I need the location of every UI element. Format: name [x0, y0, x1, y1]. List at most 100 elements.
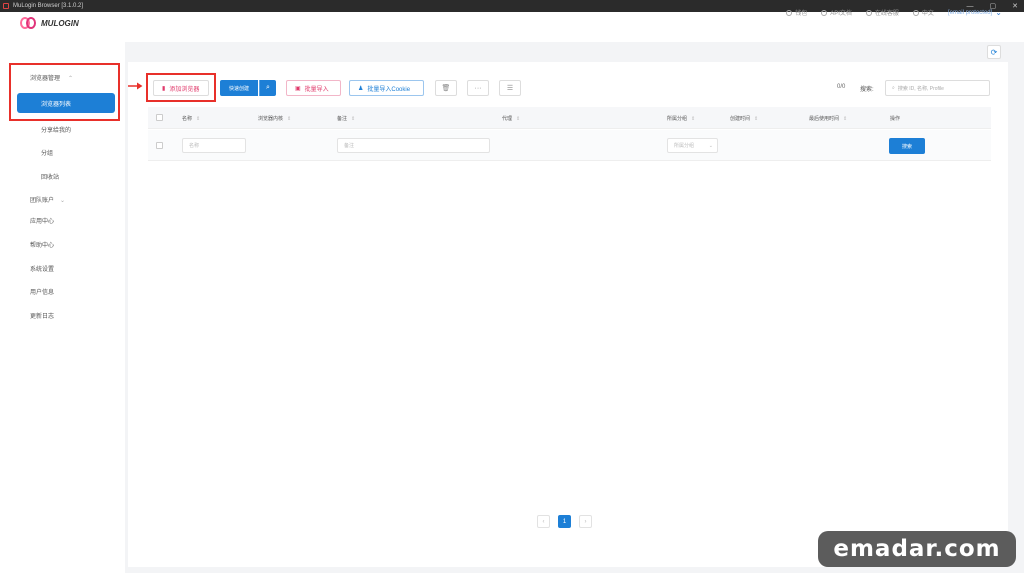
batch-import-button[interactable]: ▣ 批量导入: [286, 80, 341, 96]
api-doc-icon: [821, 9, 828, 16]
column-header-created[interactable]: 创建时间 ⇕: [730, 115, 758, 122]
more-icon: ···: [474, 84, 482, 92]
sidebar-item-shared[interactable]: 分享给我的: [41, 125, 71, 134]
sidebar-item-changelog[interactable]: 更新日志: [30, 311, 54, 320]
search-placeholder: 搜索 ID, 名称, Profile: [897, 85, 944, 92]
app-icon: [3, 3, 9, 9]
sidebar-item-groups[interactable]: 分组: [41, 148, 53, 157]
browser-icon: ▮: [162, 85, 166, 92]
group-filter-placeholder: 所属分组: [674, 143, 695, 149]
wallet-icon: [786, 9, 793, 16]
topnav-language[interactable]: 中文: [912, 8, 934, 17]
sort-icon: ⇕: [287, 116, 292, 122]
top-nav: 钱包 API文档 在线客服 中文 [email protected] ⌄: [786, 8, 1002, 17]
selection-count: 0/0: [837, 84, 846, 90]
name-filter-input[interactable]: 名称: [182, 138, 246, 153]
select-all-checkbox[interactable]: [156, 114, 163, 121]
column-header-group-label: 所属分组: [667, 116, 688, 122]
filter-search-button[interactable]: 搜索: [889, 138, 925, 154]
sidebar-item-team[interactable]: 团队账户 ⌄: [30, 195, 65, 204]
sidebar-item-help[interactable]: 帮助中心: [30, 240, 54, 249]
quick-create-button[interactable]: 快速创建: [220, 80, 258, 96]
quick-create-options-button[interactable]: ⌕: [259, 80, 276, 96]
sidebar-item-settings[interactable]: 系统设置: [30, 264, 54, 273]
sidebar-item-team-label: 团队账户: [30, 198, 55, 204]
refresh-button[interactable]: ⟳: [987, 45, 1001, 59]
column-header-last-used[interactable]: 最后使用时间 ⇕: [809, 115, 847, 122]
sort-icon: ⇕: [691, 116, 696, 122]
sidebar-item-user-info[interactable]: 用户信息: [30, 287, 54, 296]
arrow-icon: [128, 82, 143, 90]
topnav-language-label: 中文: [921, 11, 934, 17]
list-icon: ☰: [506, 85, 514, 92]
watermark: emadar.com: [818, 531, 1016, 567]
column-header-remark-label: 备注: [337, 116, 348, 122]
brand-name: MULOGIN: [41, 18, 79, 28]
column-header-name[interactable]: 名称 ⇕: [182, 115, 200, 122]
chevron-down-icon: ⌄: [995, 8, 1002, 17]
topnav-wallet[interactable]: 钱包: [786, 8, 807, 17]
remark-filter-input[interactable]: 备注: [337, 138, 490, 153]
account-email: [email protected]: [947, 9, 993, 16]
support-icon: [865, 9, 872, 16]
search-label: 搜索:: [860, 87, 874, 93]
logo[interactable]: MULOGIN: [20, 15, 79, 31]
page-number-current[interactable]: 1: [558, 515, 571, 528]
column-header-kernel-label: 浏览器内核: [258, 116, 284, 122]
column-header-last-used-label: 最后使用时间: [809, 116, 840, 122]
add-browser-button[interactable]: ▮ 添加浏览器: [153, 80, 209, 96]
chevron-up-icon: ⌃: [68, 76, 74, 82]
sidebar-group-label: 浏览器管理: [30, 76, 61, 82]
user-icon: ♟: [358, 85, 364, 92]
list-settings-button[interactable]: ☰: [499, 80, 521, 96]
topnav-wallet-label: 钱包: [795, 11, 808, 17]
search-icon: ⌕: [266, 84, 270, 91]
topnav-api-doc-label: API文档: [830, 11, 852, 17]
refresh-icon: ⟳: [990, 47, 998, 57]
column-header-kernel[interactable]: 浏览器内核 ⇕: [258, 115, 291, 122]
group-filter-select[interactable]: 所属分组 ⌄: [667, 138, 718, 153]
more-button[interactable]: ···: [467, 80, 489, 96]
sidebar-item-apps[interactable]: 应用中心: [30, 216, 54, 225]
row-checkbox[interactable]: [156, 142, 163, 149]
logo-icon: [20, 15, 38, 31]
sidebar: [0, 42, 125, 573]
column-header-group[interactable]: 所属分组 ⇕: [667, 115, 695, 122]
chevron-down-icon: ⌄: [60, 198, 66, 204]
sort-icon: ⇕: [754, 116, 759, 122]
window-title: MuLogin Browser [3.1.0.2]: [13, 3, 84, 9]
column-header-proxy[interactable]: 代理 ⇕: [502, 115, 520, 122]
prev-page-button[interactable]: ‹: [537, 515, 550, 528]
column-header-remark[interactable]: 备注 ⇕: [337, 115, 355, 122]
column-header-name-label: 名称: [182, 116, 193, 122]
import-icon: ▣: [295, 85, 301, 92]
sidebar-item-browser-list[interactable]: 浏览器列表: [17, 93, 115, 113]
sort-icon: ⇕: [196, 116, 201, 122]
column-header-actions: 操作: [890, 116, 901, 122]
table-filter-row: 名称 备注 所属分组 ⌄: [148, 130, 991, 161]
column-header-proxy-label: 代理: [502, 116, 513, 122]
search-icon: ⌕: [892, 85, 895, 91]
batch-import-cookie-button[interactable]: ♟ 批量导入Cookie: [349, 80, 424, 96]
topnav-support[interactable]: 在线客服: [865, 8, 899, 17]
topnav-support-label: 在线客服: [874, 11, 899, 17]
sort-icon: ⇕: [516, 116, 521, 122]
search-input[interactable]: ⌕ 搜索 ID, 名称, Profile: [885, 80, 990, 96]
sidebar-item-recycle-bin[interactable]: 回收站: [41, 172, 59, 181]
account-menu[interactable]: [email protected] ⌄: [948, 8, 1002, 17]
language-icon: [912, 9, 919, 16]
pagination: ‹ 1 ›: [537, 515, 592, 528]
add-browser-label: 添加浏览器: [169, 86, 200, 93]
chevron-down-icon: ⌄: [708, 142, 713, 149]
close-button[interactable]: ✕: [1012, 2, 1018, 10]
topnav-api-doc[interactable]: API文档: [821, 8, 852, 17]
table-header: 名称 ⇕ 浏览器内核 ⇕ 备注 ⇕ 代理 ⇕ 所属分组 ⇕ 创建时间 ⇕ 最后使用时间 ⇕ 操…: [148, 107, 991, 129]
sidebar-group-browser-management[interactable]: 浏览器管理 ⌃: [30, 73, 73, 82]
sort-icon: ⇕: [843, 116, 848, 122]
delete-button[interactable]: 🗑: [435, 80, 457, 96]
sort-icon: ⇕: [351, 116, 356, 122]
next-page-button[interactable]: ›: [579, 515, 592, 528]
batch-import-label: 批量导入: [304, 86, 329, 93]
column-header-created-label: 创建时间: [730, 116, 751, 122]
batch-import-cookie-label: 批量导入Cookie: [367, 86, 411, 93]
